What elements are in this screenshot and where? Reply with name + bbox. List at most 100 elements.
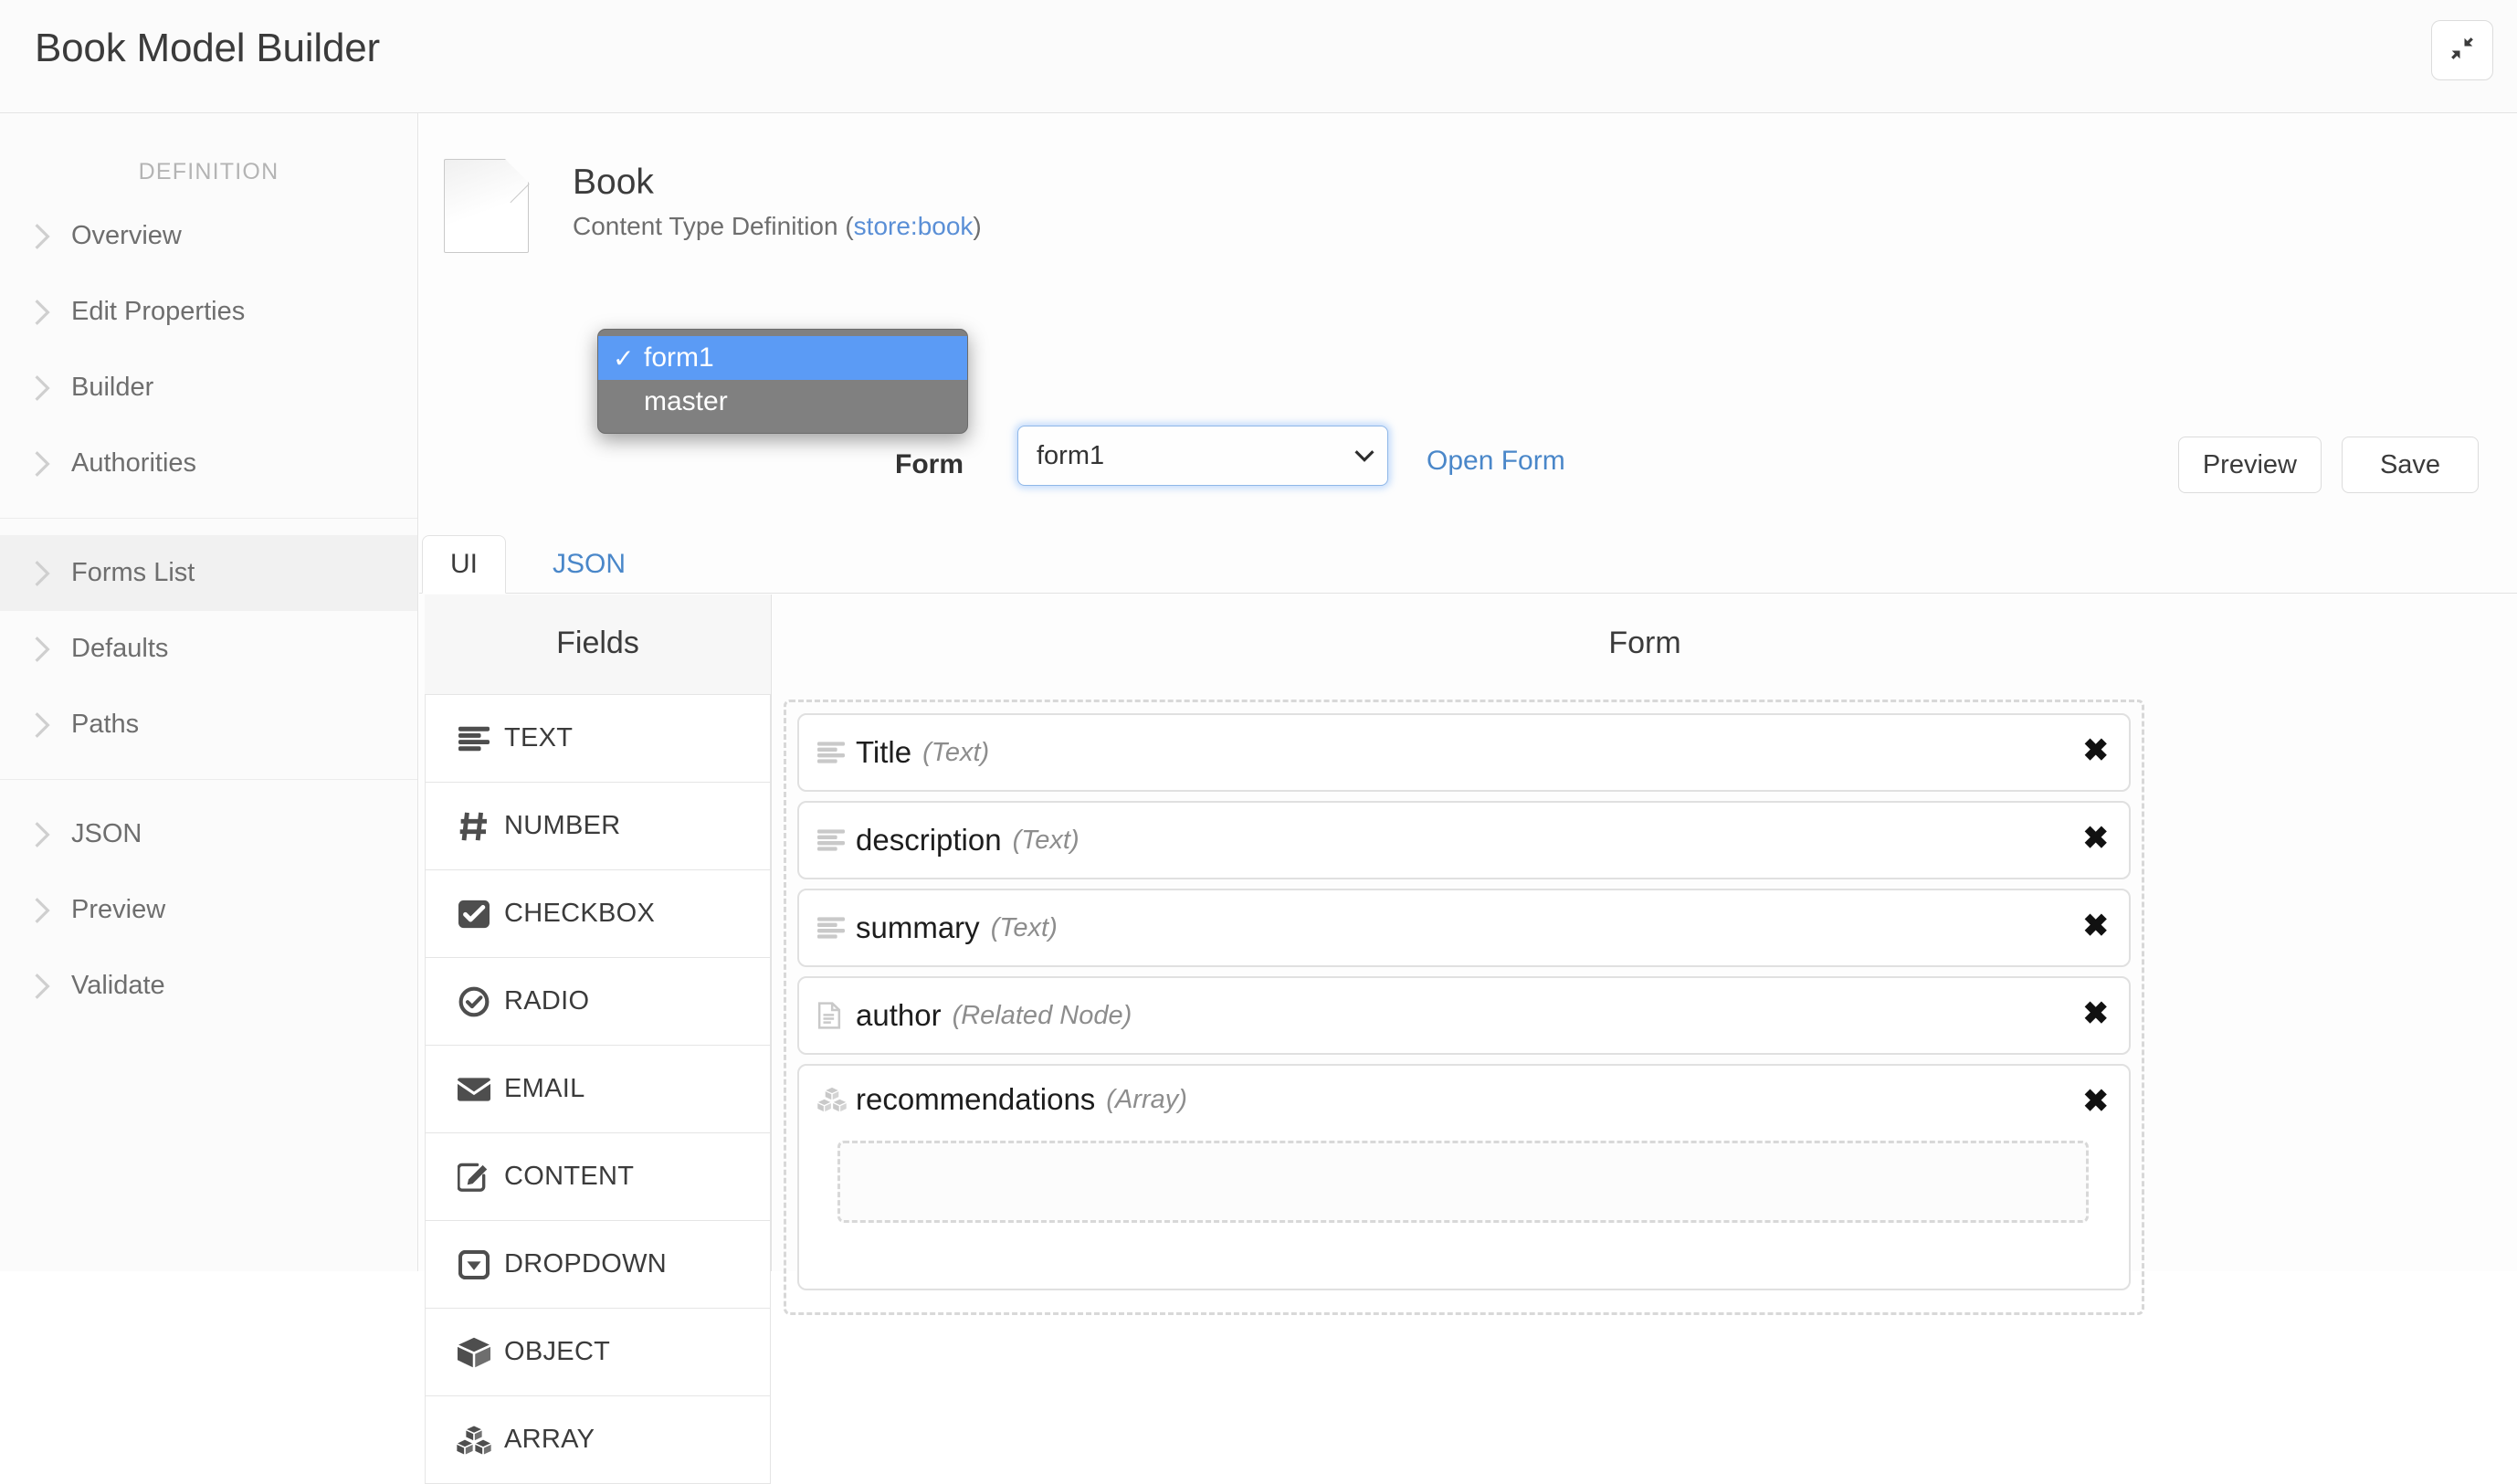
field-item-object[interactable]: OBJECT: [425, 1309, 771, 1396]
sidebar-item-preview[interactable]: Preview: [0, 872, 417, 948]
document-qname-link[interactable]: store:book: [854, 212, 974, 240]
form-select-dropdown-menu[interactable]: ✓ form1 master: [597, 329, 968, 434]
align-justify-icon: [817, 829, 856, 851]
form-field-name: recommendations: [856, 1082, 1096, 1116]
chevron-right-icon: [33, 449, 71, 479]
field-item-checkbox[interactable]: CHECKBOX: [425, 870, 771, 958]
open-form-link[interactable]: Open Form: [1427, 446, 1565, 477]
form-field-name: summary: [856, 910, 980, 944]
field-item-text[interactable]: TEXT: [425, 695, 771, 783]
sidebar-item-authorities[interactable]: Authorities: [0, 426, 417, 501]
document-subtitle-suffix: ): [973, 212, 982, 240]
sidebar-item-builder[interactable]: Builder: [0, 350, 417, 426]
field-item-email[interactable]: EMAIL: [425, 1046, 771, 1133]
sidebar-group-definition: Overview Edit Properties Builder Authori…: [0, 195, 417, 518]
save-button[interactable]: Save: [2342, 437, 2479, 493]
form-select[interactable]: form1: [1017, 426, 1388, 486]
document-header: Book Content Type Definition (store:book…: [444, 158, 982, 253]
align-justify-icon: [817, 742, 856, 763]
chevron-right-icon: [33, 298, 71, 327]
align-justify-icon: [444, 726, 504, 752]
nested-array-dropzone[interactable]: [837, 1141, 2089, 1223]
hash-icon: [444, 811, 504, 842]
tab-ui[interactable]: UI: [422, 535, 506, 594]
form-field-type: (Text): [922, 737, 990, 767]
chevron-right-icon: [33, 896, 71, 925]
table-row[interactable]: recommendations (Array) ✖: [797, 1064, 2131, 1290]
sidebar-item-label: Overview: [71, 221, 182, 250]
select-option-label: master: [644, 386, 728, 416]
field-item-label: DROPDOWN: [504, 1249, 667, 1279]
sidebar-item-label: Edit Properties: [71, 297, 246, 326]
sidebar-item-label: Validate: [71, 971, 165, 1000]
table-row[interactable]: summary (Text) ✖: [797, 889, 2131, 967]
sidebar-item-edit-properties[interactable]: Edit Properties: [0, 274, 417, 350]
sidebar-group-forms: Forms List Defaults Paths: [0, 518, 417, 779]
sidebar-item-label: Defaults: [71, 634, 169, 663]
close-x-icon[interactable]: ✖: [2083, 910, 2110, 942]
preview-button[interactable]: Preview: [2177, 437, 2322, 493]
field-item-label: EMAIL: [504, 1074, 585, 1103]
align-justify-icon: [817, 917, 856, 939]
sidebar: DEFINITION Overview Edit Properties Buil…: [0, 113, 418, 1271]
form-field-type: (Text): [1012, 825, 1079, 855]
close-x-icon[interactable]: ✖: [2083, 823, 2110, 854]
close-x-icon[interactable]: ✖: [2083, 735, 2110, 766]
tab-json[interactable]: JSON: [525, 535, 653, 594]
select-option-form1[interactable]: ✓ form1: [598, 336, 967, 380]
chevron-right-icon: [33, 374, 71, 403]
sidebar-item-label: Builder: [71, 373, 154, 402]
envelope-icon: [444, 1077, 504, 1102]
field-item-dropdown[interactable]: DROPDOWN: [425, 1221, 771, 1309]
table-row[interactable]: description (Text) ✖: [797, 801, 2131, 879]
table-row[interactable]: Title (Text) ✖: [797, 713, 2131, 792]
check-icon: ✓: [613, 343, 635, 373]
fields-list: TEXT NUMBER CHECKBOX RADIO EMAIL CONTENT…: [425, 694, 771, 1484]
action-buttons: Preview Save: [2177, 437, 2479, 493]
sidebar-item-label: Preview: [71, 895, 166, 924]
field-item-radio[interactable]: RADIO: [425, 958, 771, 1046]
cubes-icon: [444, 1425, 504, 1456]
form-canvas-panel: Form Title (Text) ✖ description (Text) ✖…: [773, 595, 2517, 1315]
sidebar-item-json[interactable]: JSON: [0, 796, 417, 872]
form-select-value: form1: [1037, 441, 1105, 470]
select-option-label: form1: [644, 342, 714, 373]
pencil-square-icon: [444, 1163, 504, 1192]
chevron-right-icon: [33, 820, 71, 849]
form-field-name: description: [856, 823, 1002, 857]
sidebar-item-validate[interactable]: Validate: [0, 948, 417, 1024]
sidebar-group-output: JSON Preview Validate: [0, 779, 417, 1040]
chevron-right-icon: [33, 710, 71, 740]
form-selector-row: Form form1 Open Form Preview Save: [419, 426, 2517, 506]
chevron-right-icon: [33, 635, 71, 664]
sidebar-item-forms-list[interactable]: Forms List: [0, 535, 417, 611]
sidebar-item-paths[interactable]: Paths: [0, 687, 417, 763]
close-x-icon[interactable]: ✖: [2083, 1086, 2110, 1117]
field-item-content[interactable]: CONTENT: [425, 1133, 771, 1221]
field-item-label: CONTENT: [504, 1162, 635, 1191]
form-field-type: (Text): [990, 912, 1058, 942]
field-item-label: TEXT: [504, 723, 574, 753]
compress-icon: [2449, 35, 2476, 67]
sidebar-item-overview[interactable]: Overview: [0, 198, 417, 274]
sidebar-item-label: JSON: [71, 819, 142, 848]
cubes-icon: [817, 1087, 856, 1112]
file-document-icon: [444, 158, 530, 253]
sidebar-item-defaults[interactable]: Defaults: [0, 611, 417, 687]
form-field-type: (Related Node): [952, 1000, 1132, 1030]
form-selector-label: Form: [895, 449, 964, 479]
chevron-right-icon: [33, 222, 71, 251]
field-item-label: OBJECT: [504, 1337, 611, 1366]
select-option-master[interactable]: master: [598, 380, 967, 424]
checkbox-checked-icon: [444, 899, 504, 930]
field-item-array[interactable]: ARRAY: [425, 1396, 771, 1484]
form-dropzone[interactable]: Title (Text) ✖ description (Text) ✖ summ…: [784, 700, 2144, 1315]
sidebar-item-label: Authorities: [71, 448, 197, 478]
close-x-icon[interactable]: ✖: [2083, 998, 2110, 1029]
collapse-window-button[interactable]: [2431, 20, 2493, 80]
table-row[interactable]: author (Related Node) ✖: [797, 976, 2131, 1055]
document-subtitle-prefix: Content Type Definition (: [573, 212, 854, 240]
chevron-right-icon: [33, 559, 71, 588]
document-subtitle: Content Type Definition (store:book): [573, 212, 982, 241]
field-item-number[interactable]: NUMBER: [425, 783, 771, 870]
